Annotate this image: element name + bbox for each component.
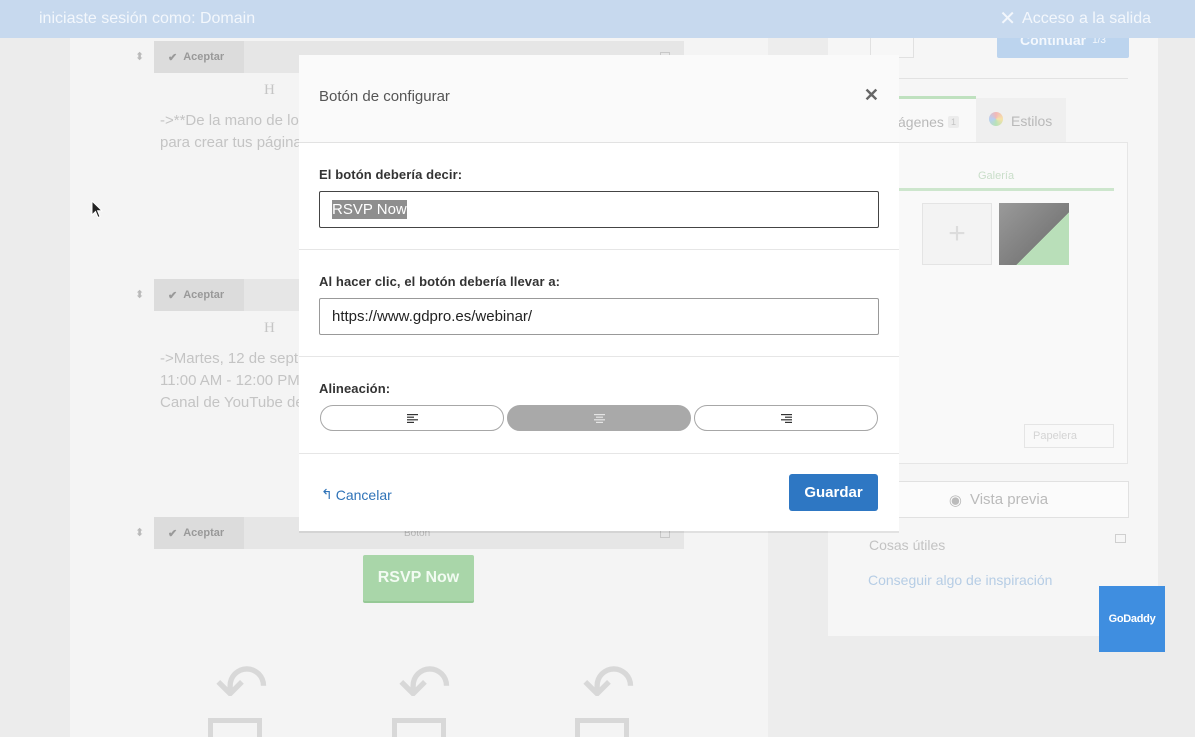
- align-left-icon: [406, 413, 418, 423]
- exit-access-button[interactable]: ✕ Acceso a la salida: [999, 8, 1151, 30]
- session-banner: iniciaste sesión como: Domain ✕ Acceso a…: [0, 0, 1195, 38]
- button-text-label: El botón debería decir:: [319, 167, 463, 182]
- tab-styles-label: Estilos: [1011, 113, 1053, 129]
- heading-icon: H: [264, 82, 275, 98]
- alignment-group: [319, 405, 879, 431]
- palette-icon: [989, 112, 1003, 126]
- link-label: Al hacer clic, el botón debería llevar a…: [319, 274, 561, 289]
- align-center-button[interactable]: [507, 405, 691, 431]
- block-text: ->**De la mano de lo para crear tus pági…: [160, 112, 302, 151]
- trash-button[interactable]: Papelera: [1024, 424, 1114, 448]
- rsvp-preview-button[interactable]: RSVP Now: [363, 555, 474, 601]
- link-input[interactable]: https://www.gdpro.es/webinar/: [319, 298, 879, 335]
- image-placeholder-icon: [575, 718, 629, 737]
- button-text-section: El botón debería decir: RSVP Now: [299, 143, 899, 250]
- exit-access-label: Acceso a la salida: [1022, 10, 1151, 27]
- align-left-button[interactable]: [320, 405, 504, 431]
- eye-icon: ◉: [948, 491, 962, 509]
- preview-button[interactable]: ◉ Vista previa: [868, 481, 1129, 518]
- check-icon: ✔: [168, 51, 178, 64]
- godaddy-badge[interactable]: GoDaddy: [1099, 586, 1165, 652]
- button-settings-modal: Botón de configurar ✕ El botón debería d…: [299, 55, 899, 531]
- link-section: Al hacer clic, el botón debería llevar a…: [299, 250, 899, 357]
- cancel-label: Cancelar: [335, 486, 392, 503]
- collapse-icon[interactable]: [1115, 534, 1126, 543]
- image-placeholder-icon: [208, 718, 262, 737]
- alignment-label: Alineación:: [319, 381, 391, 396]
- link-value: https://www.gdpro.es/webinar/: [332, 308, 533, 325]
- inspiration-link[interactable]: Conseguir algo de inspiración: [868, 572, 1052, 588]
- gallery-underline: [884, 188, 1114, 191]
- align-right-button[interactable]: [694, 405, 878, 431]
- drag-handle-icon[interactable]: ⬍: [135, 50, 144, 63]
- drop-arrow-icon: ↶: [582, 651, 636, 723]
- block-text: ->Martes, 12 de sept 11:00 AM - 12:00 PM…: [160, 350, 304, 411]
- divider: [868, 78, 1128, 79]
- gallery-label: Galería: [978, 170, 1015, 182]
- gallery-thumbnail[interactable]: [999, 203, 1069, 265]
- modal-footer: ↰ Cancelar Guardar: [299, 454, 899, 531]
- button-text-value: RSVP Now: [332, 200, 407, 219]
- modal-title: Botón de configurar: [319, 88, 450, 105]
- block-accept-button[interactable]: ✔ Aceptar: [154, 517, 244, 549]
- image-placeholder-icon: [392, 718, 446, 737]
- close-icon: ✕: [999, 8, 1017, 30]
- useful-things-label: Cosas útiles: [869, 537, 946, 553]
- mouse-cursor-icon: [91, 200, 103, 219]
- drop-arrow-icon: ↶: [215, 651, 269, 723]
- drag-handle-icon[interactable]: ⬍: [135, 526, 144, 539]
- tab-images-label: ágenes: [898, 114, 944, 130]
- session-text: iniciaste sesión como: Domain: [39, 10, 256, 27]
- drag-handle-icon[interactable]: ⬍: [135, 288, 144, 301]
- add-image-button[interactable]: +: [922, 203, 992, 265]
- check-icon: ✔: [168, 289, 178, 302]
- drop-arrow-icon: ↶: [398, 651, 452, 723]
- align-right-icon: [780, 413, 792, 423]
- modal-header: Botón de configurar ✕: [299, 55, 899, 143]
- save-button[interactable]: Guardar: [789, 474, 878, 511]
- alignment-section: Alineación:: [299, 357, 899, 454]
- heading-icon: H: [264, 320, 275, 336]
- block-accept-button[interactable]: ✔ Aceptar: [154, 41, 244, 73]
- undo-arrow-icon: ↰: [321, 486, 333, 502]
- cancel-button[interactable]: ↰ Cancelar: [321, 486, 392, 503]
- close-icon[interactable]: ✕: [864, 85, 879, 106]
- check-icon: ✔: [168, 527, 178, 540]
- align-center-icon: [593, 413, 605, 423]
- block-accept-button[interactable]: ✔ Aceptar: [154, 279, 244, 311]
- tab-images-count: 1: [948, 116, 960, 128]
- button-text-input[interactable]: RSVP Now: [319, 191, 879, 228]
